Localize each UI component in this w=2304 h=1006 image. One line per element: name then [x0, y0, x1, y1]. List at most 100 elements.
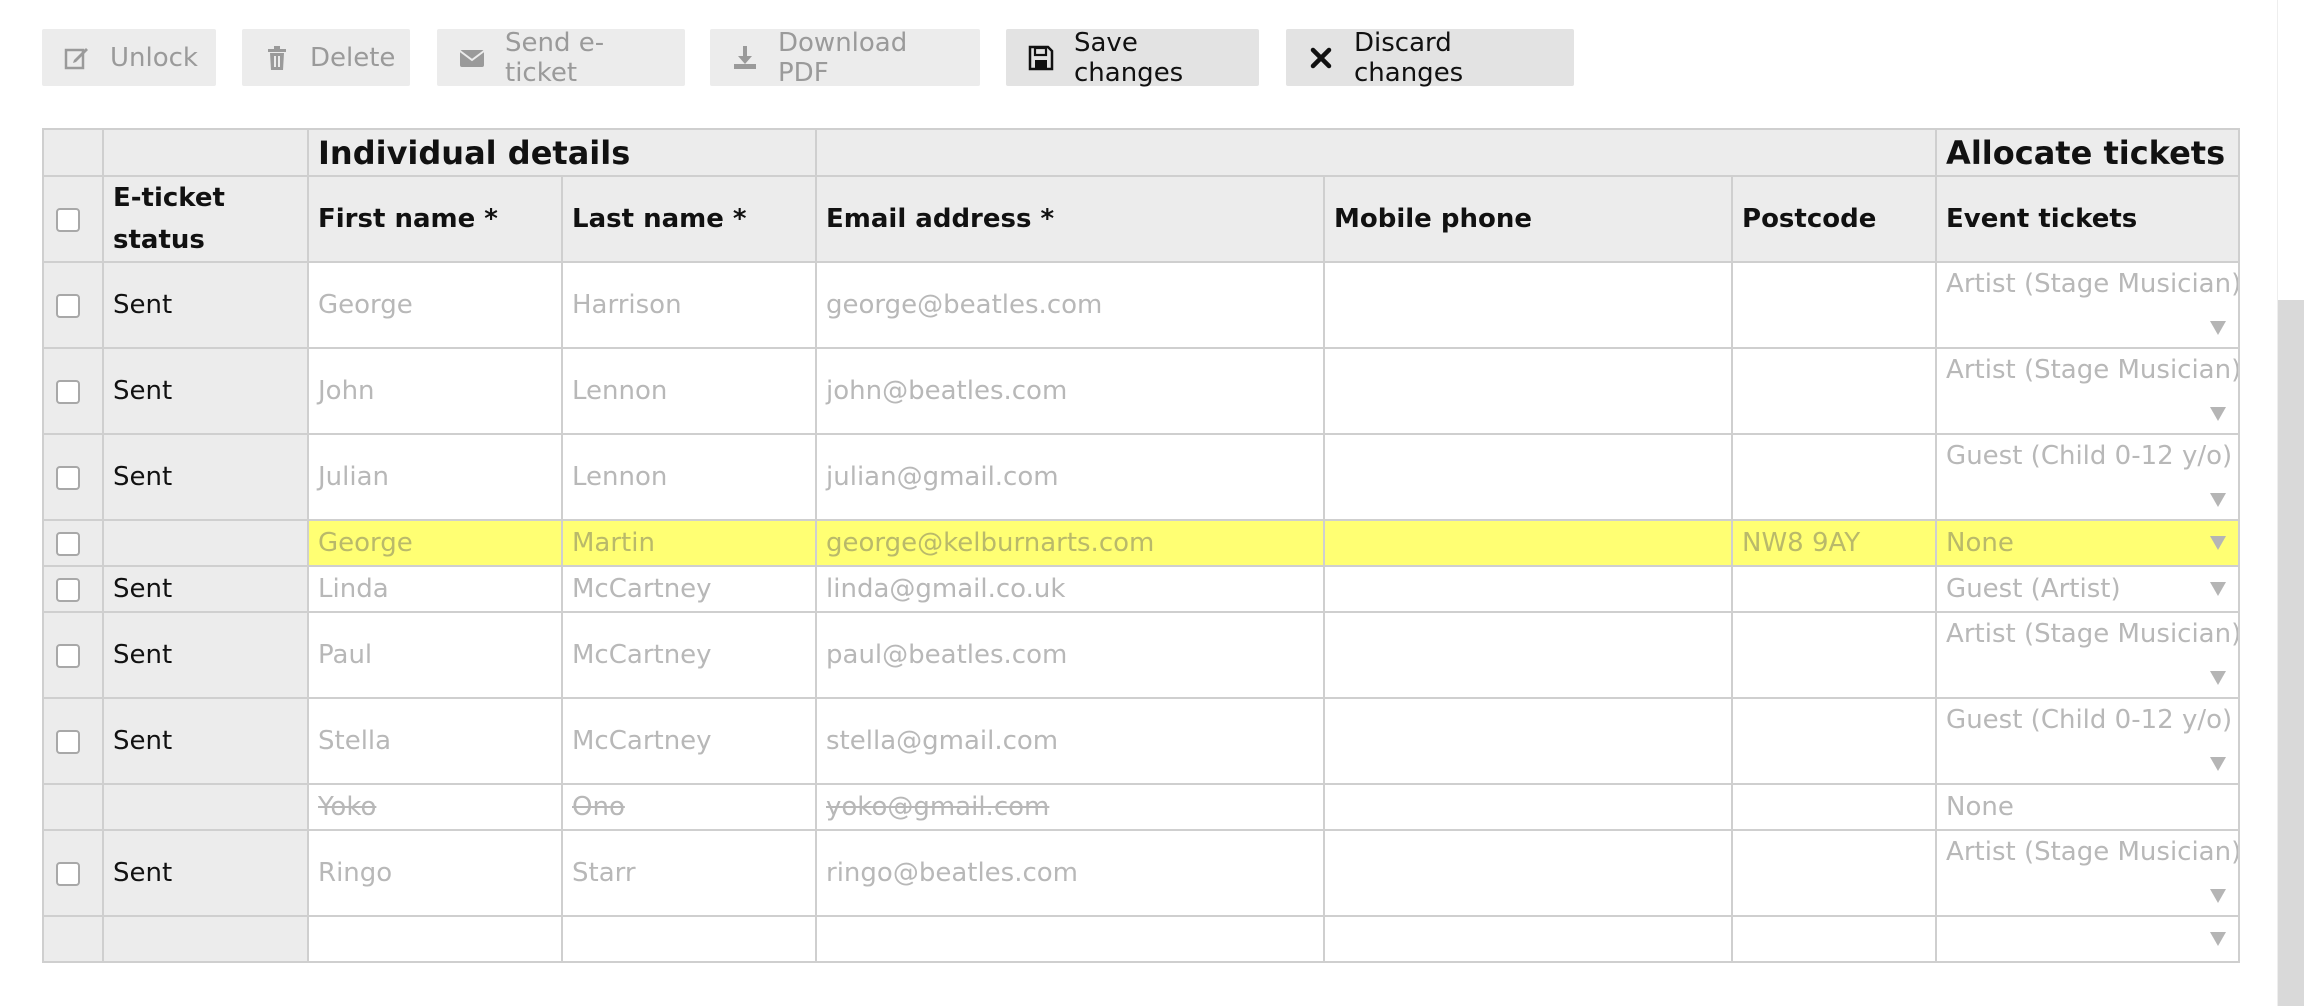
event-ticket-select[interactable]: None	[1935, 519, 2241, 567]
last-name-cell[interactable]: Harrison	[560, 261, 818, 349]
event-ticket-select[interactable]: Artist (Stage Musician)	[1935, 611, 2241, 699]
last-name-cell[interactable]: McCartney	[560, 611, 818, 699]
table-row[interactable]: Sent Julian Lennon julian@gmail.com Guest (C…	[42, 433, 2241, 521]
first-name-cell[interactable]: Paul	[307, 611, 563, 699]
event-ticket-select[interactable]	[1935, 915, 2241, 963]
table-row[interactable]: Yoko Ono yoko@gmail.com None	[42, 783, 2241, 831]
column-header-first-name[interactable]: First name *	[307, 175, 563, 263]
mobile-phone-cell[interactable]	[1323, 565, 1734, 613]
dropdown-arrow-icon[interactable]	[2210, 407, 2227, 421]
first-name-cell[interactable]: Julian	[307, 433, 563, 521]
column-header-mobile[interactable]: Mobile phone	[1323, 175, 1734, 263]
column-header-email[interactable]: Email address *	[815, 175, 1326, 263]
table-row[interactable]	[42, 915, 2241, 963]
last-name-cell[interactable]: McCartney	[560, 697, 818, 785]
email-cell[interactable]: ringo@beatles.com	[815, 829, 1326, 917]
email-cell[interactable]: paul@beatles.com	[815, 611, 1326, 699]
last-name-cell[interactable]: McCartney	[560, 565, 818, 613]
column-header-postcode[interactable]: Postcode	[1731, 175, 1938, 263]
first-name-cell[interactable]: John	[307, 347, 563, 435]
table-row[interactable]: Sent Stella McCartney stella@gmail.com Guest…	[42, 697, 2241, 785]
event-ticket-select[interactable]: Guest (Artist)	[1935, 565, 2241, 613]
first-name-cell[interactable]: George	[307, 519, 563, 567]
event-ticket-select[interactable]: Artist (Stage Musician)	[1935, 261, 2241, 349]
send-eticket-button[interactable]: Send e-ticket	[437, 28, 685, 88]
mobile-phone-cell[interactable]	[1323, 261, 1734, 349]
event-ticket-select[interactable]: Guest (Child 0-12 y/o)	[1935, 433, 2241, 521]
event-ticket-select[interactable]: Artist (Stage Musician)	[1935, 347, 2241, 435]
column-header-last-name[interactable]: Last name *	[560, 175, 818, 263]
table-row[interactable]: Sent George Harrison george@beatles.com Arti…	[42, 261, 2241, 349]
dropdown-arrow-icon[interactable]	[2210, 757, 2227, 771]
postcode-cell[interactable]	[1731, 915, 1938, 963]
table-row[interactable]: George Martin george@kelburnarts.com NW8 9A…	[42, 519, 2241, 567]
mobile-phone-cell[interactable]	[1323, 915, 1734, 963]
dropdown-arrow-icon[interactable]	[2210, 671, 2227, 685]
unlock-button[interactable]: Unlock	[42, 29, 216, 86]
delete-button[interactable]: Delete	[242, 29, 410, 86]
last-name-cell[interactable]: Lennon	[560, 347, 818, 435]
row-checkbox[interactable]	[56, 379, 80, 404]
email-cell[interactable]: george@beatles.com	[815, 261, 1326, 349]
scrollbar-thumb[interactable]	[2278, 300, 2304, 1006]
select-all-checkbox[interactable]	[56, 207, 80, 232]
dropdown-arrow-icon[interactable]	[2210, 536, 2227, 550]
row-checkbox[interactable]	[56, 577, 80, 602]
mobile-phone-cell[interactable]	[1323, 433, 1734, 521]
first-name-cell[interactable]: George	[307, 261, 563, 349]
mobile-phone-cell[interactable]	[1323, 697, 1734, 785]
first-name-cell[interactable]: Linda	[307, 565, 563, 613]
last-name-cell[interactable]: Ono	[560, 783, 818, 831]
save-changes-button[interactable]: Save changes	[1006, 28, 1259, 88]
column-header-event-tickets[interactable]: Event tickets	[1935, 175, 2241, 263]
postcode-cell[interactable]	[1731, 565, 1938, 613]
row-checkbox[interactable]	[56, 729, 80, 754]
first-name-cell[interactable]: Stella	[307, 697, 563, 785]
mobile-phone-cell[interactable]	[1323, 611, 1734, 699]
dropdown-arrow-icon[interactable]	[2210, 889, 2227, 903]
mobile-phone-cell[interactable]	[1323, 829, 1734, 917]
row-checkbox[interactable]	[56, 643, 80, 668]
first-name-cell[interactable]: Ringo	[307, 829, 563, 917]
email-cell[interactable]: linda@gmail.co.uk	[815, 565, 1326, 613]
download-pdf-button[interactable]: Download PDF	[710, 28, 980, 88]
last-name-cell[interactable]: Martin	[560, 519, 818, 567]
event-ticket-select[interactable]: Artist (Stage Musician)	[1935, 829, 2241, 917]
column-header-status[interactable]: E-ticket status	[102, 175, 309, 263]
last-name-cell[interactable]: Starr	[560, 829, 818, 917]
row-checkbox[interactable]	[56, 861, 80, 886]
postcode-cell[interactable]	[1731, 347, 1938, 435]
postcode-cell[interactable]	[1731, 783, 1938, 831]
email-cell[interactable]	[815, 915, 1326, 963]
table-row[interactable]: Sent Paul McCartney paul@beatles.com Artist …	[42, 611, 2241, 699]
mobile-phone-cell[interactable]	[1323, 519, 1734, 567]
email-cell[interactable]: stella@gmail.com	[815, 697, 1326, 785]
postcode-cell[interactable]	[1731, 433, 1938, 521]
postcode-cell[interactable]	[1731, 611, 1938, 699]
event-ticket-select[interactable]: None	[1935, 783, 2241, 831]
postcode-cell[interactable]	[1731, 697, 1938, 785]
event-ticket-select[interactable]: Guest (Child 0-12 y/o)	[1935, 697, 2241, 785]
dropdown-arrow-icon[interactable]	[2210, 582, 2227, 596]
row-checkbox[interactable]	[56, 465, 80, 490]
first-name-cell[interactable]: Yoko	[307, 783, 563, 831]
table-row[interactable]: Sent Linda McCartney linda@gmail.co.uk Guest…	[42, 565, 2241, 613]
email-cell[interactable]: george@kelburnarts.com	[815, 519, 1326, 567]
last-name-cell[interactable]	[560, 915, 818, 963]
dropdown-arrow-icon[interactable]	[2210, 321, 2227, 335]
vertical-scrollbar[interactable]	[2277, 0, 2304, 1006]
mobile-phone-cell[interactable]	[1323, 783, 1734, 831]
mobile-phone-cell[interactable]	[1323, 347, 1734, 435]
table-row[interactable]: Sent John Lennon john@beatles.com Artist (St…	[42, 347, 2241, 435]
last-name-cell[interactable]: Lennon	[560, 433, 818, 521]
table-row[interactable]: Sent Ringo Starr ringo@beatles.com Artist (S…	[42, 829, 2241, 917]
row-checkbox[interactable]	[56, 293, 80, 318]
row-checkbox[interactable]	[56, 531, 80, 556]
email-cell[interactable]: john@beatles.com	[815, 347, 1326, 435]
postcode-cell[interactable]	[1731, 261, 1938, 349]
email-cell[interactable]: julian@gmail.com	[815, 433, 1326, 521]
dropdown-arrow-icon[interactable]	[2210, 493, 2227, 507]
dropdown-arrow-icon[interactable]	[2210, 932, 2227, 946]
postcode-cell[interactable]	[1731, 829, 1938, 917]
discard-changes-button[interactable]: Discard changes	[1286, 28, 1574, 88]
